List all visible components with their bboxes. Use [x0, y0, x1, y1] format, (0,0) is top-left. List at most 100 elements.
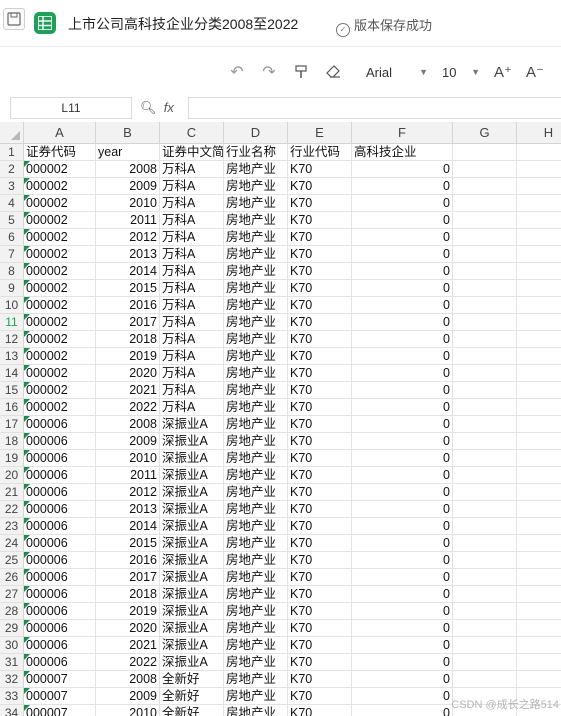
cell-name[interactable]: 万科A: [160, 331, 224, 348]
cell-code[interactable]: 000006: [24, 535, 96, 552]
cell-empty[interactable]: [453, 280, 517, 297]
cell-name[interactable]: 万科A: [160, 314, 224, 331]
cell-hightech[interactable]: 0: [352, 161, 453, 178]
row-header[interactable]: 10: [0, 297, 24, 314]
cell-hightech[interactable]: 0: [352, 620, 453, 637]
row-header[interactable]: 19: [0, 450, 24, 467]
cell-industry[interactable]: 房地产业: [224, 348, 288, 365]
cell-industry-code[interactable]: K70: [288, 280, 352, 297]
cell-hightech[interactable]: 0: [352, 297, 453, 314]
cell-empty[interactable]: [517, 314, 561, 331]
cell-hightech[interactable]: 0: [352, 178, 453, 195]
cell-code[interactable]: 000006: [24, 586, 96, 603]
cell-industry[interactable]: 房地产业: [224, 501, 288, 518]
cell-industry[interactable]: 房地产业: [224, 450, 288, 467]
cell-empty[interactable]: [517, 144, 561, 161]
cell-empty[interactable]: [453, 144, 517, 161]
cell-empty[interactable]: [517, 263, 561, 280]
cell-code[interactable]: 000002: [24, 212, 96, 229]
cell-empty[interactable]: [517, 654, 561, 671]
cell-name[interactable]: 万科A: [160, 212, 224, 229]
cell-empty[interactable]: [453, 212, 517, 229]
cell-code[interactable]: 000002: [24, 229, 96, 246]
cell-empty[interactable]: [517, 450, 561, 467]
formula-input[interactable]: [188, 97, 561, 119]
cell-hightech[interactable]: 0: [352, 450, 453, 467]
cell-name[interactable]: 全新好: [160, 688, 224, 705]
cell-empty[interactable]: [517, 331, 561, 348]
cell-empty[interactable]: [517, 535, 561, 552]
font-family-select[interactable]: Arial ▼: [358, 63, 432, 83]
row-header[interactable]: 33: [0, 688, 24, 705]
cell-code[interactable]: 000006: [24, 603, 96, 620]
cell-industry[interactable]: 行业名称: [224, 144, 288, 161]
cell-empty[interactable]: [517, 416, 561, 433]
cell-year[interactable]: 2015: [96, 280, 160, 297]
cell-year[interactable]: 2020: [96, 365, 160, 382]
cell-code[interactable]: 000002: [24, 178, 96, 195]
cell-empty[interactable]: [517, 620, 561, 637]
cell-year[interactable]: 2010: [96, 450, 160, 467]
cell-name[interactable]: 万科A: [160, 382, 224, 399]
cell-hightech[interactable]: 0: [352, 348, 453, 365]
cell-empty[interactable]: [517, 297, 561, 314]
cell-code[interactable]: 000007: [24, 671, 96, 688]
row-header[interactable]: 34: [0, 705, 24, 716]
cell-hightech[interactable]: 高科技企业: [352, 144, 453, 161]
cell-code[interactable]: 000006: [24, 450, 96, 467]
cell-empty[interactable]: [453, 331, 517, 348]
cell-code[interactable]: 000006: [24, 433, 96, 450]
cell-industry[interactable]: 房地产业: [224, 314, 288, 331]
cell-industry[interactable]: 房地产业: [224, 263, 288, 280]
cell-industry-code[interactable]: K70: [288, 484, 352, 501]
cell-empty[interactable]: [517, 433, 561, 450]
cell-code[interactable]: 000006: [24, 654, 96, 671]
cell-year[interactable]: 2009: [96, 178, 160, 195]
cell-empty[interactable]: [517, 569, 561, 586]
cell-year[interactable]: 2011: [96, 212, 160, 229]
cell-empty[interactable]: [517, 467, 561, 484]
floppy-icon[interactable]: [3, 8, 25, 30]
cell-year[interactable]: year: [96, 144, 160, 161]
cell-year[interactable]: 2008: [96, 161, 160, 178]
cell-code[interactable]: 000006: [24, 552, 96, 569]
cell-empty[interactable]: [453, 161, 517, 178]
cell-hightech[interactable]: 0: [352, 535, 453, 552]
cell-year[interactable]: 2018: [96, 586, 160, 603]
cell-industry-code[interactable]: K70: [288, 671, 352, 688]
cell-code[interactable]: 000002: [24, 195, 96, 212]
cell-hightech[interactable]: 0: [352, 365, 453, 382]
row-header[interactable]: 20: [0, 467, 24, 484]
cell-industry-code[interactable]: K70: [288, 518, 352, 535]
cell-industry[interactable]: 房地产业: [224, 603, 288, 620]
cell-industry-code[interactable]: K70: [288, 178, 352, 195]
cell-empty[interactable]: [453, 586, 517, 603]
cell-industry-code[interactable]: K70: [288, 263, 352, 280]
row-header[interactable]: 1: [0, 144, 24, 161]
cell-name[interactable]: 深振业A: [160, 586, 224, 603]
cell-industry-code[interactable]: K70: [288, 467, 352, 484]
cell-industry-code[interactable]: K70: [288, 331, 352, 348]
cell-code[interactable]: 000002: [24, 263, 96, 280]
cell-code[interactable]: 证券代码: [24, 144, 96, 161]
cell-industry-code[interactable]: K70: [288, 637, 352, 654]
cell-name[interactable]: 深振业A: [160, 518, 224, 535]
cell-hightech[interactable]: 0: [352, 484, 453, 501]
cell-empty[interactable]: [517, 229, 561, 246]
row-header[interactable]: 9: [0, 280, 24, 297]
cell-industry[interactable]: 房地产业: [224, 212, 288, 229]
row-header[interactable]: 8: [0, 263, 24, 280]
cell-name[interactable]: 深振业A: [160, 552, 224, 569]
cell-name[interactable]: 深振业A: [160, 603, 224, 620]
format-painter-icon[interactable]: [290, 61, 312, 83]
cell-hightech[interactable]: 0: [352, 518, 453, 535]
cell-industry-code[interactable]: K70: [288, 654, 352, 671]
cell-name[interactable]: 万科A: [160, 399, 224, 416]
cell-industry-code[interactable]: K70: [288, 229, 352, 246]
cell-industry[interactable]: 房地产业: [224, 178, 288, 195]
cell-name[interactable]: 万科A: [160, 297, 224, 314]
cell-empty[interactable]: [517, 161, 561, 178]
column-header[interactable]: A: [24, 122, 96, 143]
cell-year[interactable]: 2022: [96, 654, 160, 671]
row-header[interactable]: 23: [0, 518, 24, 535]
